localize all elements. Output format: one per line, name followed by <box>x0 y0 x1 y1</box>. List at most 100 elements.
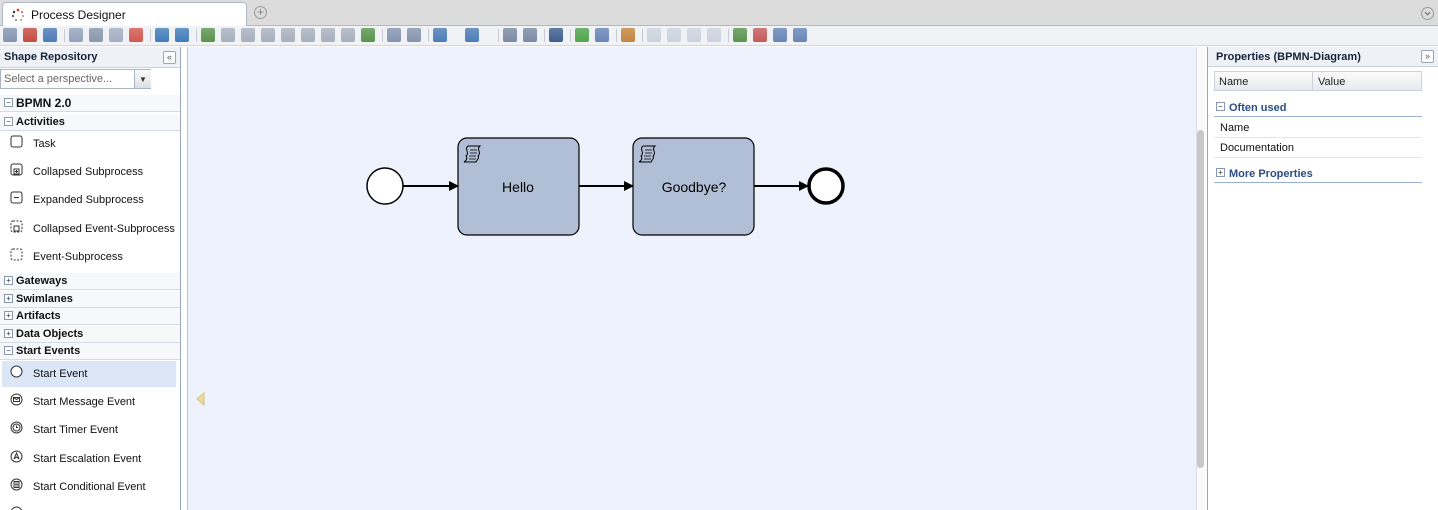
end-event-node[interactable] <box>807 167 845 205</box>
delete-icon[interactable] <box>129 28 143 42</box>
export-icon[interactable] <box>465 28 479 42</box>
property-row-name[interactable]: Name <box>1214 118 1422 138</box>
save-icon[interactable] <box>549 28 563 42</box>
collapse-icon[interactable]: − <box>1216 102 1225 111</box>
validate-icon[interactable] <box>575 28 589 42</box>
zoom-out-icon[interactable] <box>523 28 537 42</box>
property-row-documentation[interactable]: Documentation <box>1214 138 1422 158</box>
fit-icon[interactable] <box>773 28 787 42</box>
shape-start-conditional-event[interactable]: Start Conditional Event <box>2 474 176 500</box>
expand-icon[interactable]: + <box>1216 168 1225 177</box>
perspective-select[interactable]: Select a perspective... <box>0 69 151 89</box>
align-right-icon[interactable] <box>281 28 295 42</box>
section-more-properties[interactable]: + More Properties <box>1214 165 1422 183</box>
shape-task[interactable]: Task <box>2 131 176 157</box>
shape-label: Start Escalation Event <box>33 453 142 465</box>
group-swimlanes[interactable]: + Swimlanes <box>0 291 180 308</box>
info-icon[interactable] <box>43 28 57 42</box>
task-label: Goodbye? <box>662 179 727 195</box>
shape-start-escalation-event[interactable]: Start Escalation Event <box>2 446 176 472</box>
view-4-icon[interactable] <box>707 28 721 42</box>
property-name: Documentation <box>1220 142 1294 154</box>
align-middle-icon[interactable] <box>321 28 335 42</box>
fullscreen-icon[interactable] <box>793 28 807 42</box>
event-icon <box>11 506 22 510</box>
add-docker-icon[interactable] <box>387 28 401 42</box>
diagram-canvas[interactable]: Hello Goodbye? <box>187 47 1197 510</box>
spinner-icon <box>11 8 24 21</box>
view-3-icon[interactable] <box>687 28 701 42</box>
group-data-objects[interactable]: + Data Objects <box>0 326 180 343</box>
shape-label: Start Conditional Event <box>33 481 146 493</box>
collapse-icon[interactable]: − <box>4 346 13 355</box>
same-size-icon[interactable] <box>361 28 375 42</box>
expand-icon[interactable]: + <box>4 329 13 338</box>
undo-icon[interactable] <box>155 28 169 42</box>
group-artifacts[interactable]: + Artifacts <box>0 308 180 325</box>
column-value[interactable]: Value <box>1312 72 1345 90</box>
simulate-icon[interactable] <box>595 28 609 42</box>
shape-next-partial[interactable] <box>2 502 176 510</box>
expand-left-panel-icon[interactable] <box>196 392 206 406</box>
expand-icon[interactable]: + <box>4 311 13 320</box>
new-tab-icon[interactable]: + <box>254 6 267 19</box>
collapse-icon[interactable]: − <box>4 98 13 107</box>
cut-icon[interactable] <box>69 28 83 42</box>
task-hello[interactable]: Hello <box>457 137 580 236</box>
shape-start-message-event[interactable]: Start Message Event <box>2 389 176 415</box>
tab-process-designer[interactable]: Process Designer <box>2 2 247 26</box>
ungroup-icon[interactable] <box>221 28 235 42</box>
dropdown-arrow-icon[interactable]: ▼ <box>134 70 151 88</box>
view-1-icon[interactable] <box>647 28 661 42</box>
expand-icon[interactable]: + <box>4 276 13 285</box>
redo-icon[interactable] <box>175 28 189 42</box>
print-icon[interactable] <box>3 28 17 42</box>
column-name[interactable]: Name <box>1219 76 1248 88</box>
remove-docker-icon[interactable] <box>407 28 421 42</box>
expanded-subprocess-icon <box>10 191 23 204</box>
task-icon <box>10 135 23 148</box>
repository-header: Shape Repository « <box>0 47 180 68</box>
group-activities[interactable]: − Activities <box>0 114 180 131</box>
import-icon[interactable] <box>433 28 447 42</box>
pdf-icon[interactable] <box>23 28 37 42</box>
collapse-icon[interactable] <box>753 28 767 42</box>
shape-start-timer-event[interactable]: Start Timer Event <box>2 417 176 443</box>
zoom-in-icon[interactable] <box>503 28 517 42</box>
section-often-used[interactable]: − Often used <box>1214 99 1422 117</box>
paste-icon[interactable] <box>109 28 123 42</box>
group-label: Data Objects <box>16 328 84 340</box>
properties-header: Properties (BPMN-Diagram) » <box>1208 47 1438 67</box>
properties-panel: Properties (BPMN-Diagram) » Name Value −… <box>1207 47 1438 510</box>
start-event-node[interactable] <box>366 167 404 205</box>
group-label: Gateways <box>16 275 68 287</box>
shape-collapsed-subprocess[interactable]: Collapsed Subprocess <box>2 159 176 185</box>
expand-icon[interactable] <box>733 28 747 42</box>
align-top-icon[interactable] <box>301 28 315 42</box>
group-icon[interactable] <box>201 28 215 42</box>
collapse-icon[interactable]: − <box>4 117 13 126</box>
group-bpmn[interactable]: − BPMN 2.0 <box>0 95 180 112</box>
scrollbar-thumb[interactable] <box>1197 130 1204 468</box>
align-left-icon[interactable] <box>241 28 255 42</box>
shape-expanded-subprocess[interactable]: Expanded Subprocess <box>2 187 176 213</box>
expand-icon[interactable]: + <box>4 294 13 303</box>
align-bottom-icon[interactable] <box>341 28 355 42</box>
chevron-down-icon[interactable] <box>1421 7 1434 20</box>
panel-title: Properties (BPMN-Diagram) <box>1216 51 1361 63</box>
diagram-svg: Hello Goodbye? <box>366 137 845 236</box>
view-2-icon[interactable] <box>667 28 681 42</box>
shape-start-event[interactable]: Start Event <box>2 361 176 387</box>
group-gateways[interactable]: + Gateways <box>0 273 180 290</box>
shape-collapsed-event-subprocess[interactable]: Collapsed Event-Subprocess <box>2 216 176 242</box>
align-center-icon[interactable] <box>261 28 275 42</box>
group-start-events[interactable]: − Start Events <box>0 343 180 360</box>
collapse-right-icon[interactable]: » <box>1421 50 1434 63</box>
copy-icon[interactable] <box>89 28 103 42</box>
auto-layout-icon[interactable] <box>621 28 635 42</box>
shape-event-subprocess[interactable]: Event-Subprocess <box>2 244 176 270</box>
collapse-left-icon[interactable]: « <box>163 51 176 64</box>
section-label: More Properties <box>1229 168 1313 180</box>
task-goodbye[interactable]: Goodbye? <box>632 137 755 236</box>
toolbar-separator <box>642 29 643 42</box>
